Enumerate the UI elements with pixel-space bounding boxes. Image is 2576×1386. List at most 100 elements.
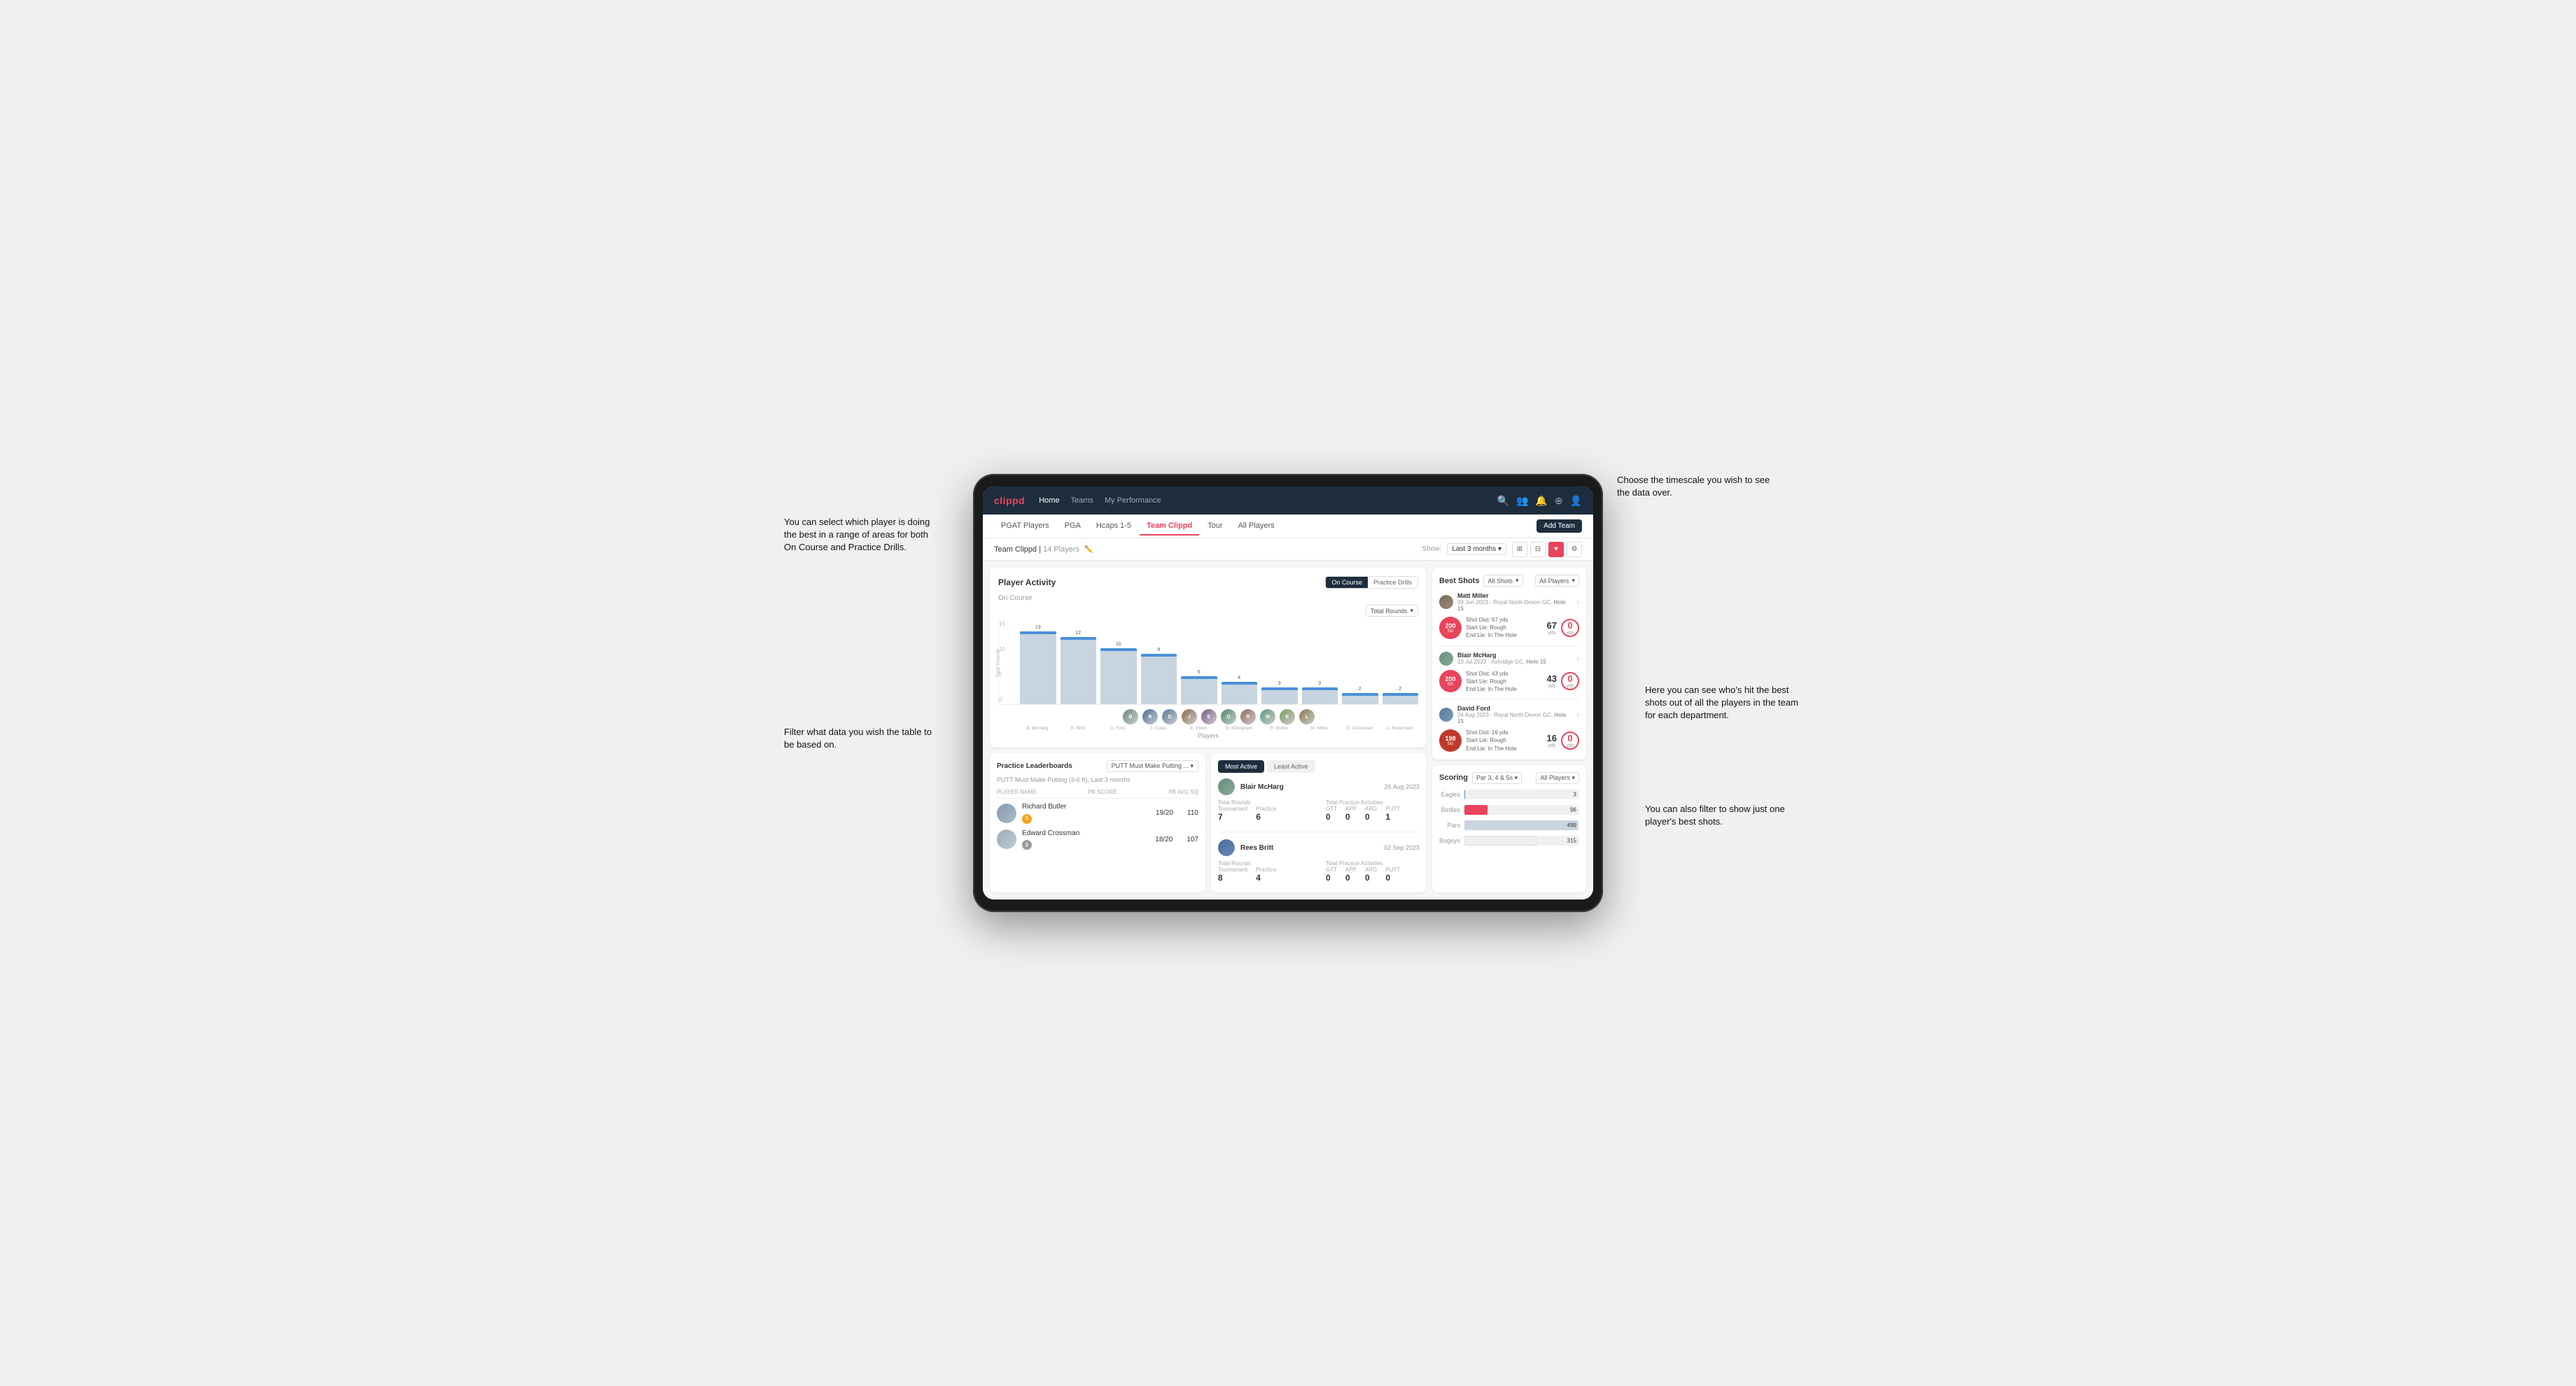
toggle-on-course[interactable]: On Course bbox=[1326, 577, 1368, 588]
player-avatar-7[interactable]: M bbox=[1260, 709, 1275, 724]
act-stat-practice-1: Total Practice Activities GTT 0 APP bbox=[1326, 799, 1420, 822]
tab-most-active[interactable]: Most Active bbox=[1218, 760, 1264, 773]
scoring-label-birdies: Birdies bbox=[1439, 806, 1460, 813]
add-team-button[interactable]: Add Team bbox=[1536, 519, 1582, 533]
annotation-best-shots: Here you can see who's hit the best shot… bbox=[1645, 684, 1799, 722]
axis-labels: B. McHargR. BrittD. FordJ. ColesE. Ebert… bbox=[998, 724, 1418, 731]
shot-info-mcharg: Shot Dist: 43 ydsStart Lie: RoughEnd Lie… bbox=[1466, 670, 1543, 694]
bell-icon[interactable]: 🔔 bbox=[1535, 495, 1547, 507]
shot-avatar-ford bbox=[1439, 708, 1453, 722]
nav-icons: 🔍 👥 🔔 ⊕ 👤 bbox=[1497, 495, 1582, 507]
chevron-right-icon[interactable]: › bbox=[1576, 597, 1579, 607]
nav-my-performance[interactable]: My Performance bbox=[1105, 496, 1161, 505]
shot-metric-circle-mcharg: 0 yds bbox=[1561, 672, 1579, 690]
player-avatar-2[interactable]: D bbox=[1162, 709, 1177, 724]
sc-all-players-dropdown[interactable]: All Players ▾ bbox=[1536, 772, 1579, 784]
shot-player-header-ford: David Ford 24 Aug 2023 · Royal North Dev… bbox=[1439, 705, 1579, 724]
arg-val-1: 0 bbox=[1365, 812, 1377, 822]
shot-details-ford: 198 SG Shot Dist: 16 ydsStart Lie: Rough… bbox=[1439, 729, 1579, 752]
bs-all-players-dropdown[interactable]: All Players ▾ bbox=[1535, 575, 1579, 587]
bar-value-label-3: 9 bbox=[1157, 648, 1160, 652]
bar-8[interactable] bbox=[1342, 693, 1378, 704]
scoring-bar-fill-birdies bbox=[1464, 805, 1488, 815]
scoring-bars: Eagles 3 Birdies bbox=[1439, 790, 1579, 846]
tab-least-active[interactable]: Least Active bbox=[1267, 760, 1315, 773]
chart-x-title: Players bbox=[998, 732, 1418, 739]
heart-icon[interactable]: ♥ bbox=[1548, 542, 1564, 557]
scoring-bar-value-birdies: 96 bbox=[1570, 806, 1576, 813]
player-avatar-butler bbox=[997, 804, 1016, 823]
profile-icon[interactable]: 👤 bbox=[1570, 495, 1582, 507]
bar-3[interactable] bbox=[1141, 654, 1177, 704]
nav-home[interactable]: Home bbox=[1039, 496, 1059, 505]
people-icon[interactable]: 👥 bbox=[1516, 495, 1528, 507]
bar-group-0: 13 bbox=[1020, 625, 1056, 704]
lb-badge-1: 1 bbox=[1022, 814, 1032, 824]
shot-metric-1-mcharg: 43 yds bbox=[1547, 673, 1557, 689]
sc-filter-dropdown[interactable]: Par 3, 4 & 5s ▾ bbox=[1472, 772, 1522, 784]
sub-nav: PGAT Players PGA Hcaps 1-5 Team Clippd T… bbox=[983, 514, 1593, 538]
bar-5[interactable] bbox=[1222, 682, 1258, 704]
player-avatar-1[interactable]: R bbox=[1142, 709, 1158, 724]
nav-links: Home Teams My Performance bbox=[1039, 496, 1483, 505]
bar-4[interactable] bbox=[1181, 676, 1217, 704]
chevron-right-icon-3[interactable]: › bbox=[1576, 710, 1579, 720]
bar-7[interactable] bbox=[1302, 687, 1338, 704]
bar-0[interactable] bbox=[1020, 631, 1056, 704]
bar-1[interactable] bbox=[1060, 637, 1097, 704]
bar-2[interactable] bbox=[1100, 648, 1137, 704]
left-panel: Player Activity On Course Practice Drill… bbox=[990, 568, 1427, 892]
bar-6[interactable] bbox=[1261, 687, 1298, 704]
player-avatar-6[interactable]: R bbox=[1240, 709, 1256, 724]
tab-pgat-players[interactable]: PGAT Players bbox=[994, 517, 1056, 536]
grid-icon[interactable]: ⊟ bbox=[1530, 542, 1546, 557]
player-avatar-5[interactable]: O bbox=[1221, 709, 1236, 724]
act-avatar-1 bbox=[1218, 778, 1235, 795]
lb-scores-2: 18/20 107 bbox=[1155, 836, 1198, 844]
axis-label-7: M. Miller bbox=[1301, 726, 1338, 731]
chevron-right-icon-2[interactable]: › bbox=[1576, 654, 1579, 664]
shot-row-miller: Matt Miller 09 Jun 2023 · Royal North De… bbox=[1439, 592, 1579, 646]
tab-all-players[interactable]: All Players bbox=[1231, 517, 1282, 536]
bs-filter-dropdown[interactable]: All Shots ▾ bbox=[1483, 575, 1522, 587]
annotation-filter-player: You can also filter to show just one pla… bbox=[1645, 803, 1799, 828]
toggle-practice-drills[interactable]: Practice Drills bbox=[1368, 577, 1418, 588]
shot-row-ford: David Ford 24 Aug 2023 · Royal North Dev… bbox=[1439, 705, 1579, 752]
scoring-label-bogeys: Bogeys bbox=[1439, 837, 1460, 844]
nav-teams[interactable]: Teams bbox=[1071, 496, 1093, 505]
player-avatar-3[interactable]: J bbox=[1182, 709, 1197, 724]
lb-pb-avg-1: 110 bbox=[1187, 809, 1198, 817]
player-avatar-8[interactable]: E bbox=[1280, 709, 1295, 724]
scoring-bar-bg-birdies: 96 bbox=[1464, 805, 1579, 815]
sub-nav-tabs: PGAT Players PGA Hcaps 1-5 Team Clippd T… bbox=[994, 517, 1282, 536]
player-avatar-4[interactable]: E bbox=[1201, 709, 1217, 724]
settings-icon[interactable]: ⚙ bbox=[1567, 542, 1582, 557]
shot-info-miller: Shot Dist: 67 ydsStart Lie: RoughEnd Lie… bbox=[1466, 616, 1543, 640]
add-circle-icon[interactable]: ⊕ bbox=[1555, 495, 1563, 507]
tab-tour[interactable]: Tour bbox=[1200, 517, 1229, 536]
tab-pga[interactable]: PGA bbox=[1058, 517, 1088, 536]
show-bar: Show: Last 3 months ▾ ⊞ ⊟ ♥ ⚙ bbox=[1422, 542, 1582, 557]
shot-badge-ford: 198 SG bbox=[1439, 729, 1462, 752]
axis-label-2: D. Ford bbox=[1100, 726, 1136, 731]
player-avatar-9[interactable]: L bbox=[1299, 709, 1315, 724]
shot-player-name-mcharg: Blair McHarg bbox=[1457, 652, 1546, 659]
lb-player-name-2: Edward Crossman bbox=[1022, 830, 1149, 837]
tab-hcaps[interactable]: Hcaps 1-5 bbox=[1089, 517, 1138, 536]
putt-val-2: 0 bbox=[1385, 873, 1400, 883]
search-icon[interactable]: 🔍 bbox=[1497, 495, 1509, 507]
bar-9[interactable] bbox=[1382, 693, 1419, 704]
edit-icon[interactable]: ✏️ bbox=[1084, 546, 1093, 554]
grid-list-icon[interactable]: ⊞ bbox=[1512, 542, 1527, 557]
scoring-row-bogeys: Bogeys 315 bbox=[1439, 836, 1579, 846]
chart-metric-dropdown[interactable]: Total Rounds ▾ bbox=[1366, 605, 1418, 617]
bar-group-6: 3 bbox=[1261, 681, 1298, 704]
lb-pb-score-2: 18/20 bbox=[1155, 836, 1172, 844]
axis-label-9: L. Robertson bbox=[1382, 726, 1418, 731]
bs-header: Best Shots All Shots ▾ All Players ▾ bbox=[1439, 575, 1579, 587]
tab-team-clippd[interactable]: Team Clippd bbox=[1140, 517, 1199, 536]
leaderboard-dropdown[interactable]: PUTT Must Make Putting ... ▾ bbox=[1107, 760, 1198, 772]
player-avatar-0[interactable]: B bbox=[1123, 709, 1138, 724]
timescale-dropdown[interactable]: Last 3 months ▾ bbox=[1447, 543, 1506, 555]
activity-card-title: Player Activity bbox=[998, 578, 1056, 587]
